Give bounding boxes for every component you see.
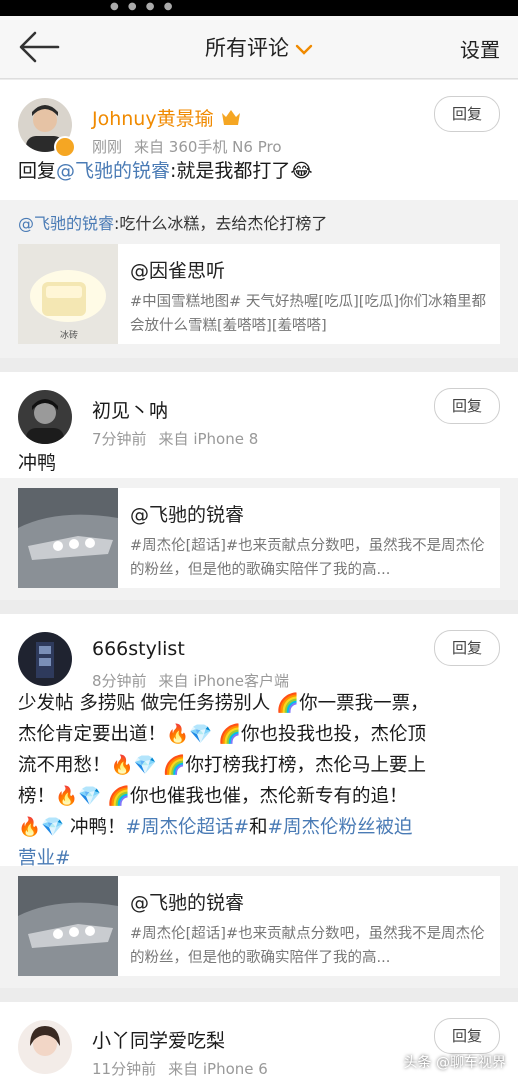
status-bar: ● ● ● ● xyxy=(0,0,518,16)
comment-text: 少发帖 多捞贴 做完任务捞别人 🌈你一票我一票， 杰伦肯定要出道！🔥💎 🌈你也投… xyxy=(18,688,500,874)
post-thumbnail xyxy=(18,876,118,976)
thumb-caption: 冰砖 xyxy=(60,331,79,341)
comment-text: 回复@飞驰的锐睿:就是我都打了😂 xyxy=(18,156,500,187)
embedded-post-text: #周杰伦[超话]#也来贡献点分数吧，虽然我不是周杰伦的粉丝，但是他的歌确实陪伴了… xyxy=(130,926,485,966)
quoted-original: @飞驰的锐睿:吃什么冰糕，去给杰伦打榜了 冰砖 @因雀思听 #中国雪糕地图# 天… xyxy=(0,200,518,358)
verified-badge-icon xyxy=(54,136,76,158)
avatar[interactable] xyxy=(18,390,72,444)
comment-meta: 刚刚 来自 360手机 N6 Pro xyxy=(92,136,282,157)
comment-source: 来自 iPhone 6 xyxy=(168,1060,268,1078)
comment-meta: 7分钟前 来自 iPhone 8 xyxy=(92,428,258,449)
page-title: 所有评论 xyxy=(205,36,289,60)
topic-link[interactable]: #周杰伦超话# xyxy=(125,817,249,838)
quote-text: :吃什么冰糕，去给杰伦打榜了 xyxy=(114,214,328,233)
vip-crown-icon xyxy=(220,108,242,130)
embedded-post-author: @因雀思听 xyxy=(130,260,226,282)
avatar[interactable] xyxy=(18,1020,72,1074)
reply-button[interactable]: 回复 xyxy=(434,1018,500,1054)
embedded-post-text: #周杰伦[超话]#也来贡献点分数吧，虽然我不是周杰伦的粉丝，但是他的歌确实陪伴了… xyxy=(130,538,485,578)
reply-button[interactable]: 回复 xyxy=(434,630,500,666)
post-thumbnail: 冰砖 xyxy=(18,244,118,344)
comment-card: Johnuy黄景瑜 刚刚 来自 360手机 N6 Pro 回复 回复@飞驰的锐睿:… xyxy=(0,80,518,358)
comment-line: 少发帖 多捞贴 做完任务捞别人 🌈你一票我一票， xyxy=(18,693,429,714)
post-thumbnail xyxy=(18,488,118,588)
comment-author-name[interactable]: 666stylist xyxy=(92,638,185,660)
mention-link[interactable]: @飞驰的锐睿 xyxy=(18,214,114,233)
comment-time: 刚刚 xyxy=(92,138,123,156)
embedded-post[interactable]: @飞驰的锐睿 #周杰伦[超话]#也来贡献点分数吧，虽然我不是周杰伦的粉丝，但是他… xyxy=(18,876,500,976)
comment-meta: 11分钟前 来自 iPhone 6 xyxy=(92,1058,268,1079)
comment-author[interactable]: Johnuy黄景瑜 xyxy=(92,104,242,131)
comment-source: 来自 iPhone 8 xyxy=(158,430,259,448)
comment-card: 666stylist 8分钟前 来自 iPhone客户端 回复 少发帖 多捞贴 做… xyxy=(0,614,518,988)
comment-body: 和 xyxy=(248,817,268,838)
comment-card: 初见丶呐 7分钟前 来自 iPhone 8 回复 冲鸭 @飞驰的锐睿 #周杰伦[超… xyxy=(0,372,518,600)
quoted-original: @飞驰的锐睿 #周杰伦[超话]#也来贡献点分数吧，虽然我不是周杰伦的粉丝，但是他… xyxy=(0,478,518,600)
reply-button[interactable]: 回复 xyxy=(434,96,500,132)
settings-button[interactable]: 设置 xyxy=(460,34,500,63)
comment-line: 榜！🔥💎 🌈你也催我也催，杰伦新专有的追！ xyxy=(18,786,408,807)
quote-line: @飞驰的锐睿:吃什么冰糕，去给杰伦打榜了 xyxy=(18,210,508,234)
status-icons: ● ● ● ● xyxy=(110,1,176,12)
quoted-original: @飞驰的锐睿 #周杰伦[超话]#也来贡献点分数吧，虽然我不是周杰伦的粉丝，但是他… xyxy=(0,866,518,988)
embedded-post-author: @飞驰的锐睿 xyxy=(130,892,245,914)
topic-link[interactable]: #周杰伦粉丝被迫 xyxy=(267,817,412,838)
comment-author-name: Johnuy黄景瑜 xyxy=(92,108,214,130)
watermark: 头条 @聊车视界 xyxy=(403,1055,506,1071)
embedded-post-author: @飞驰的锐睿 xyxy=(130,504,245,526)
top-nav-bar: 所有评论 设置 xyxy=(0,16,518,79)
reply-prefix: 回复 xyxy=(18,160,57,182)
embedded-post[interactable]: @飞驰的锐睿 #周杰伦[超话]#也来贡献点分数吧，虽然我不是周杰伦的粉丝，但是他… xyxy=(18,488,500,588)
comment-line: 流不用愁！🔥💎 🌈你打榜我打榜，杰伦马上要上 xyxy=(18,755,426,776)
comment-author-name[interactable]: 初见丶呐 xyxy=(92,396,168,423)
avatar[interactable] xyxy=(18,632,72,686)
chevron-down-icon xyxy=(295,37,313,61)
embedded-post-text: #中国雪糕地图# 天气好热喔[吃瓜][吃瓜]你们冰箱里都会放什么雪糕[羞嗒嗒][… xyxy=(130,294,487,334)
comment-line: 🔥💎 冲鸭！#周杰伦超话#和#周杰伦粉丝被迫 xyxy=(18,812,500,843)
comment-body: :就是我都打了😂 xyxy=(170,160,313,182)
page-title-dropdown[interactable]: 所有评论 xyxy=(0,32,518,62)
comment-author-name[interactable]: 小丫同学爱吃梨 xyxy=(92,1026,225,1053)
reply-button[interactable]: 回复 xyxy=(434,388,500,424)
comment-line: 杰伦肯定要出道！🔥💎 🌈你也投我也投，杰伦顶 xyxy=(18,724,426,745)
comment-time: 7分钟前 xyxy=(92,430,147,448)
comment-time: 11分钟前 xyxy=(92,1060,157,1078)
mention-link[interactable]: @飞驰的锐睿 xyxy=(56,160,170,182)
comment-body: 🔥💎 冲鸭！ xyxy=(18,817,126,838)
comment-body: 冲鸭 xyxy=(18,452,57,474)
embedded-post[interactable]: 冰砖 @因雀思听 #中国雪糕地图# 天气好热喔[吃瓜][吃瓜]你们冰箱里都会放什… xyxy=(18,244,500,344)
comment-source: 来自 360手机 N6 Pro xyxy=(134,138,282,156)
